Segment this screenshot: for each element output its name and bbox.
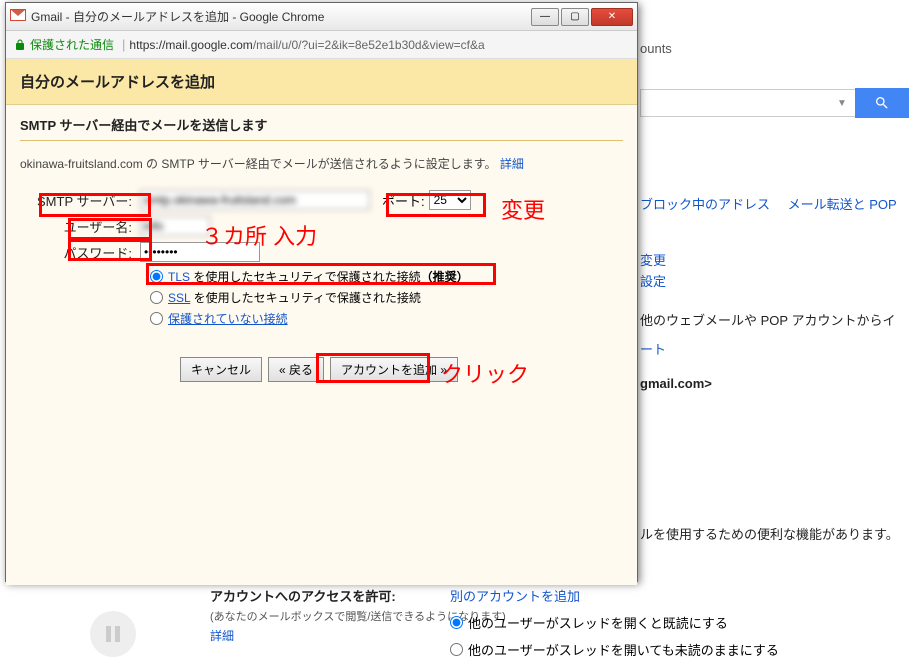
bg-change-link[interactable]: 変更 — [640, 250, 666, 269]
minimize-button[interactable]: — — [531, 8, 559, 26]
secure-label: 保護された通信 — [30, 36, 114, 53]
popup-description: okinawa-fruitsland.com の SMTP サーバー経由でメール… — [20, 155, 623, 172]
port-select[interactable]: 25 — [429, 190, 471, 210]
popup-window: Gmail - 自分のメールアドレスを追加 - Google Chrome — … — [5, 2, 638, 582]
gmail-icon — [10, 9, 26, 25]
blocked-link[interactable]: ブロック中のアドレス — [640, 197, 770, 212]
popup-heading: 自分のメールアドレスを追加 — [6, 59, 637, 105]
bg-radio1-label: 他のユーザーがスレッドを開くと既読にする — [468, 613, 728, 632]
add-account-button[interactable]: アカウントを追加 » — [330, 357, 458, 382]
bg-search-row: ▼ — [640, 88, 909, 118]
tls-link[interactable]: TLS — [168, 270, 190, 284]
add-another-link[interactable]: 別のアカウントを追加 — [450, 586, 779, 605]
url-bar: 保護された通信 | https://mail.google.com/mail/u… — [6, 31, 637, 59]
smtp-label: SMTP サーバー: — [20, 191, 140, 210]
ssl-radio[interactable] — [150, 291, 163, 304]
tls-radio[interactable] — [150, 270, 163, 283]
back-button[interactable]: « 戻る — [268, 357, 324, 382]
user-label: ユーザー名: — [20, 217, 140, 236]
maximize-button[interactable]: ▢ — [561, 8, 589, 26]
search-button[interactable] — [855, 88, 909, 118]
bg-search-input[interactable] — [640, 89, 829, 117]
user-input[interactable] — [140, 216, 210, 236]
bg-radio2-label: 他のユーザーがスレッドを開いても未読のままにする — [468, 640, 779, 659]
bg-ounts: ounts — [640, 41, 672, 56]
cancel-button[interactable]: キャンセル — [180, 357, 262, 382]
window-titlebar: Gmail - 自分のメールアドレスを追加 - Google Chrome — … — [6, 3, 637, 31]
port-label: ポート: — [382, 191, 425, 210]
none-radio[interactable] — [150, 312, 163, 325]
bg-gmail-text: gmail.com> — [640, 376, 712, 391]
bg-bottom-section: アカウントへのアクセスを許可: (あなたのメールボックスで閲覧/送信できるように… — [210, 586, 909, 644]
search-icon — [874, 95, 890, 111]
close-button[interactable]: ✕ — [591, 8, 633, 26]
url-text: https://mail.google.com/mail/u/0/?ui=2&i… — [129, 38, 484, 52]
pass-input[interactable] — [140, 242, 260, 262]
bg-radio1[interactable] — [450, 616, 463, 629]
bg-webmail-text: 他のウェブメールや POP アカウントからイ — [640, 310, 895, 329]
smtp-input[interactable] — [140, 190, 370, 210]
pass-label: パスワード: — [20, 243, 140, 262]
ssl-link[interactable]: SSL — [168, 291, 190, 305]
bg-bottom-text: ルを使用するための便利な機能があります。 — [640, 524, 899, 543]
detail-link[interactable]: 詳細 — [500, 157, 524, 171]
forward-link[interactable]: メール転送と POP — [788, 197, 897, 212]
lock-icon — [14, 39, 26, 51]
popup-content: 自分のメールアドレスを追加 SMTP サーバー経由でメールを送信します okin… — [6, 59, 637, 581]
bg-tab-links: ブロック中のアドレス メール転送と POP — [640, 194, 911, 213]
pause-overlay-icon — [90, 611, 136, 657]
window-title: Gmail - 自分のメールアドレスを追加 - Google Chrome — [31, 8, 531, 25]
bg-search-dropdown[interactable]: ▼ — [829, 89, 855, 117]
popup-subheading: SMTP サーバー経由でメールを送信します — [20, 115, 623, 134]
none-link[interactable]: 保護されていない接続 — [168, 310, 288, 327]
bg-settings-link[interactable]: 設定 — [640, 271, 666, 290]
bg-dash-text: ート — [640, 339, 666, 358]
bg-radio2[interactable] — [450, 643, 463, 656]
